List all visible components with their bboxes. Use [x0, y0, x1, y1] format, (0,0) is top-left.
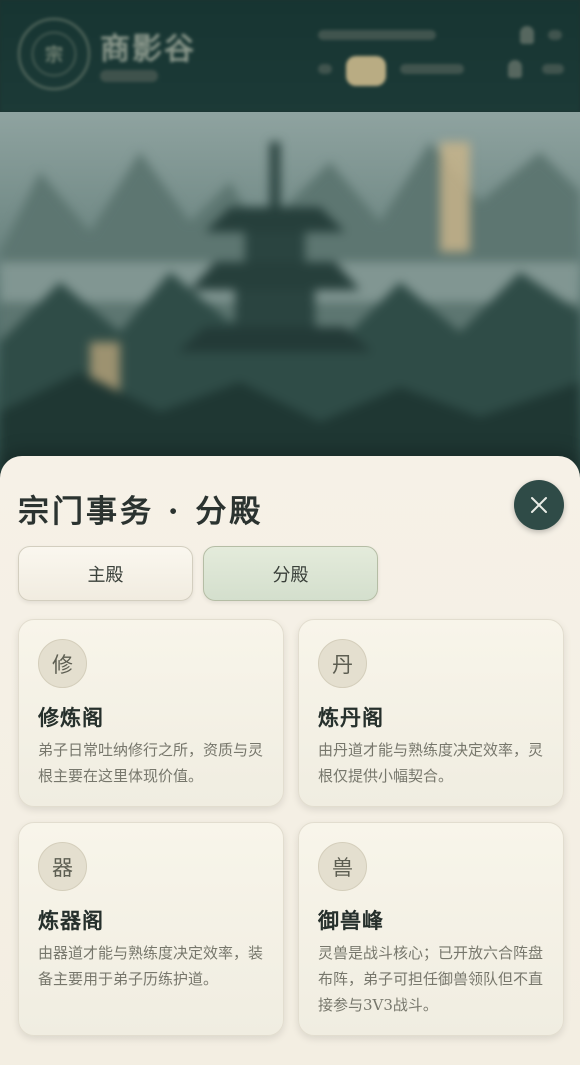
sect-emblem-glyph: 宗 [32, 32, 76, 76]
card-badge: 兽 [318, 842, 367, 891]
user-icon[interactable] [520, 26, 534, 44]
close-icon [531, 497, 547, 513]
card-title: 炼器阁 [38, 908, 104, 933]
resource-chip [400, 64, 464, 74]
sect-emblem[interactable]: 宗 [18, 18, 90, 90]
card-title: 御兽峰 [318, 908, 384, 933]
mountain-pavilion-illustration [0, 142, 580, 472]
tab-branch-hall[interactable]: 分殿 [203, 546, 378, 601]
card-badge: 器 [38, 842, 87, 891]
tab-main-hall[interactable]: 主殿 [18, 546, 193, 601]
card-badge: 修 [38, 639, 87, 688]
resource-readout [318, 30, 436, 40]
card-title: 炼丹阁 [318, 705, 384, 730]
header-label [548, 30, 562, 40]
selected-chip[interactable] [346, 56, 386, 86]
sect-subtitle [100, 70, 158, 82]
card-description: 由器道才能与熟练度决定效率，装备主要用于弟子历练护道。 [38, 944, 264, 988]
card-badge: 丹 [318, 639, 367, 688]
card-title: 修炼阁 [38, 705, 104, 730]
sect-affairs-sheet: 宗门事务 · 分殿 主殿 分殿 修 修炼阁 弟子日常吐纳修行之所，资质与灵根主要… [0, 456, 580, 1065]
sect-name: 商影谷 [100, 32, 196, 67]
close-button[interactable] [514, 480, 564, 530]
card-beast-peak[interactable]: 兽 御兽峰 灵兽是战斗核心；已开放六合阵盘布阵，弟子可担任御兽领队但不直接参与3… [298, 822, 564, 1036]
top-bar: 宗 商影谷 [0, 0, 580, 112]
bell-icon[interactable] [508, 60, 522, 78]
card-description: 弟子日常吐纳修行之所，资质与灵根主要在这里体现价值。 [38, 741, 264, 785]
resource-chip [318, 64, 332, 74]
card-description: 由丹道才能与熟练度决定效率，灵根仅提供小幅契合。 [318, 741, 544, 785]
card-description: 灵兽是战斗核心；已开放六合阵盘布阵，弟子可担任御兽领队但不直接参与3V3战斗。 [318, 944, 544, 1014]
card-alchemy-pavilion[interactable]: 丹 炼丹阁 由丹道才能与熟练度决定效率，灵根仅提供小幅契合。 [298, 619, 564, 807]
card-forging-pavilion[interactable]: 器 炼器阁 由器道才能与熟练度决定效率，装备主要用于弟子历练护道。 [18, 822, 284, 1036]
mountain-scenery [0, 112, 580, 472]
sheet-title: 宗门事务 · 分殿 [18, 494, 264, 530]
header-label [542, 64, 564, 74]
card-cultivation-pavilion[interactable]: 修 修炼阁 弟子日常吐纳修行之所，资质与灵根主要在这里体现价值。 [18, 619, 284, 807]
